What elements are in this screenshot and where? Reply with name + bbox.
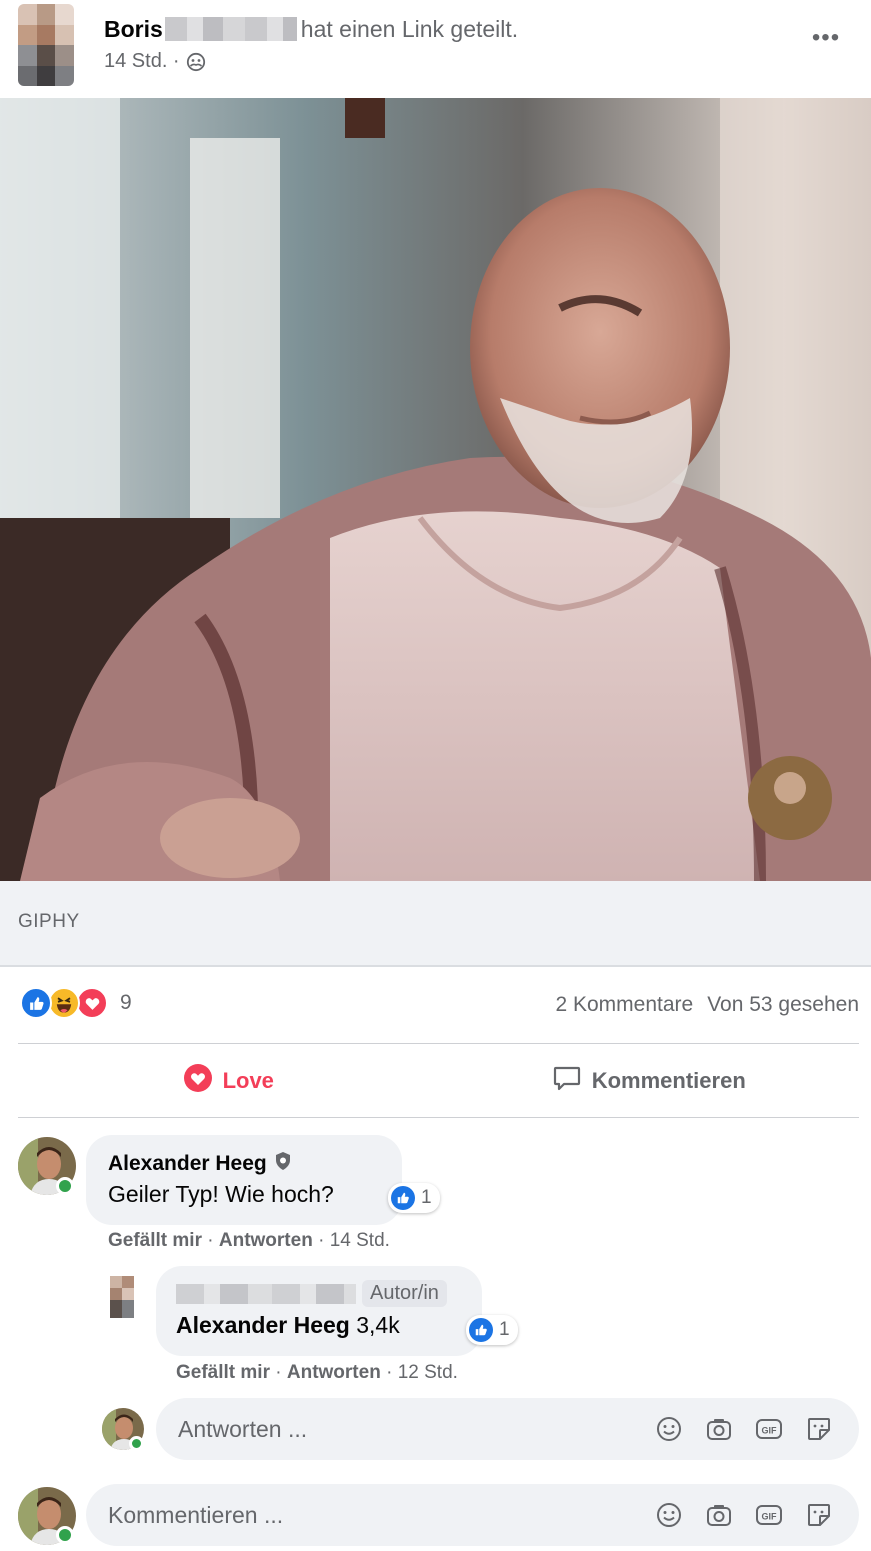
more-icon[interactable]: ••• [809, 26, 843, 62]
commenter-name-text: Alexander Heeg [108, 1152, 267, 1175]
link-source: GIPHY [18, 911, 80, 932]
comment-time[interactable]: 14 Std. [330, 1230, 390, 1251]
reply-input[interactable] [156, 1415, 655, 1443]
like-icon [20, 987, 52, 1019]
reply-input-box: GIF [156, 1398, 859, 1460]
comment-count[interactable]: 2 Kommentare [555, 993, 693, 1017]
friends-icon[interactable] [186, 52, 206, 72]
gif-media[interactable] [0, 98, 871, 881]
reply-actions: Gefällt mir · Antworten · 12 Std. [176, 1362, 458, 1383]
like-icon [391, 1186, 415, 1210]
comment-input-box: GIF [86, 1484, 859, 1546]
comment-label: Kommentieren [591, 1068, 746, 1093]
online-indicator [56, 1526, 74, 1544]
shared-link-text: hat einen Link geteilt. [300, 16, 519, 42]
gif-icon[interactable]: GIF [755, 1415, 783, 1443]
post-header: Boris hat einen Link geteilt. 14 Std. · •… [0, 0, 871, 98]
love-icon [76, 987, 108, 1019]
love-icon [183, 1063, 213, 1099]
emoji-icon[interactable] [655, 1501, 683, 1529]
reply-like-count: 1 [499, 1319, 510, 1340]
reaction-summary[interactable]: 9 [20, 987, 132, 1019]
reply-value: 3,4k [356, 1312, 400, 1338]
comment-icon [552, 1063, 582, 1099]
love-button[interactable]: Love [18, 1046, 439, 1116]
like-icon [469, 1318, 493, 1342]
redacted-name [176, 1283, 356, 1304]
online-indicator [129, 1436, 144, 1451]
comment-input[interactable] [86, 1501, 655, 1529]
comment-like-badge[interactable]: 1 [388, 1183, 440, 1213]
divider [18, 1117, 859, 1118]
seen-count[interactable]: Von 53 gesehen [707, 993, 859, 1017]
haha-icon [48, 987, 80, 1019]
author-name[interactable]: Boris [104, 16, 163, 42]
comment-like-count: 1 [421, 1187, 432, 1208]
link-preview-footer[interactable]: GIPHY [0, 881, 871, 967]
redacted-name [164, 17, 297, 41]
online-indicator [56, 1177, 74, 1195]
sticker-icon[interactable] [805, 1501, 833, 1529]
commenter-name[interactable]: Alexander Heeg [108, 1151, 293, 1177]
comment-button[interactable]: Kommentieren [439, 1046, 860, 1116]
reply-bubble[interactable]: Autor/in Alexander Heeg 3,4k [156, 1266, 482, 1356]
sticker-icon[interactable] [805, 1415, 833, 1443]
reply-like-badge[interactable]: 1 [466, 1315, 518, 1345]
reply-author-line: Autor/in [176, 1280, 447, 1307]
love-label: Love [222, 1068, 274, 1093]
comment-bubble[interactable]: Alexander Heeg Geiler Typ! Wie hoch? [86, 1135, 402, 1225]
emoji-icon[interactable] [655, 1415, 683, 1443]
camera-icon[interactable] [705, 1501, 733, 1529]
reply-time[interactable]: 12 Std. [398, 1362, 458, 1383]
author-tag: Autor/in [362, 1280, 447, 1307]
reply-text: Alexander Heeg 3,4k [176, 1312, 400, 1339]
like-comment-button[interactable]: Gefällt mir [108, 1230, 202, 1251]
post-time[interactable]: 14 Std. · [104, 50, 180, 73]
reply-comment-button[interactable]: Antworten [219, 1230, 313, 1251]
reply-reply-button[interactable]: Antworten [287, 1362, 381, 1383]
svg-text:GIF: GIF [762, 1512, 778, 1522]
gif-image [0, 98, 871, 881]
divider [18, 1043, 859, 1044]
post-stats: 9 2 Kommentare Von 53 gesehen [18, 983, 859, 1027]
comment-actions: Gefällt mir · Antworten · 14 Std. [108, 1230, 390, 1251]
badge-icon [273, 1151, 293, 1177]
post-meta: 14 Std. · [104, 50, 206, 73]
post-title-line: Boris hat einen Link geteilt. [104, 14, 518, 44]
svg-text:GIF: GIF [762, 1426, 778, 1436]
comment-text: Geiler Typ! Wie hoch? [108, 1181, 334, 1207]
author-avatar[interactable] [18, 4, 74, 86]
reply-author-avatar[interactable] [102, 1276, 144, 1318]
like-reply-button[interactable]: Gefällt mir [176, 1362, 270, 1383]
mention-link[interactable]: Alexander Heeg [176, 1312, 350, 1338]
camera-icon[interactable] [705, 1415, 733, 1443]
gif-icon[interactable]: GIF [755, 1501, 783, 1529]
reaction-count[interactable]: 9 [120, 991, 132, 1015]
post-action-bar: Love Kommentieren [18, 1046, 859, 1116]
